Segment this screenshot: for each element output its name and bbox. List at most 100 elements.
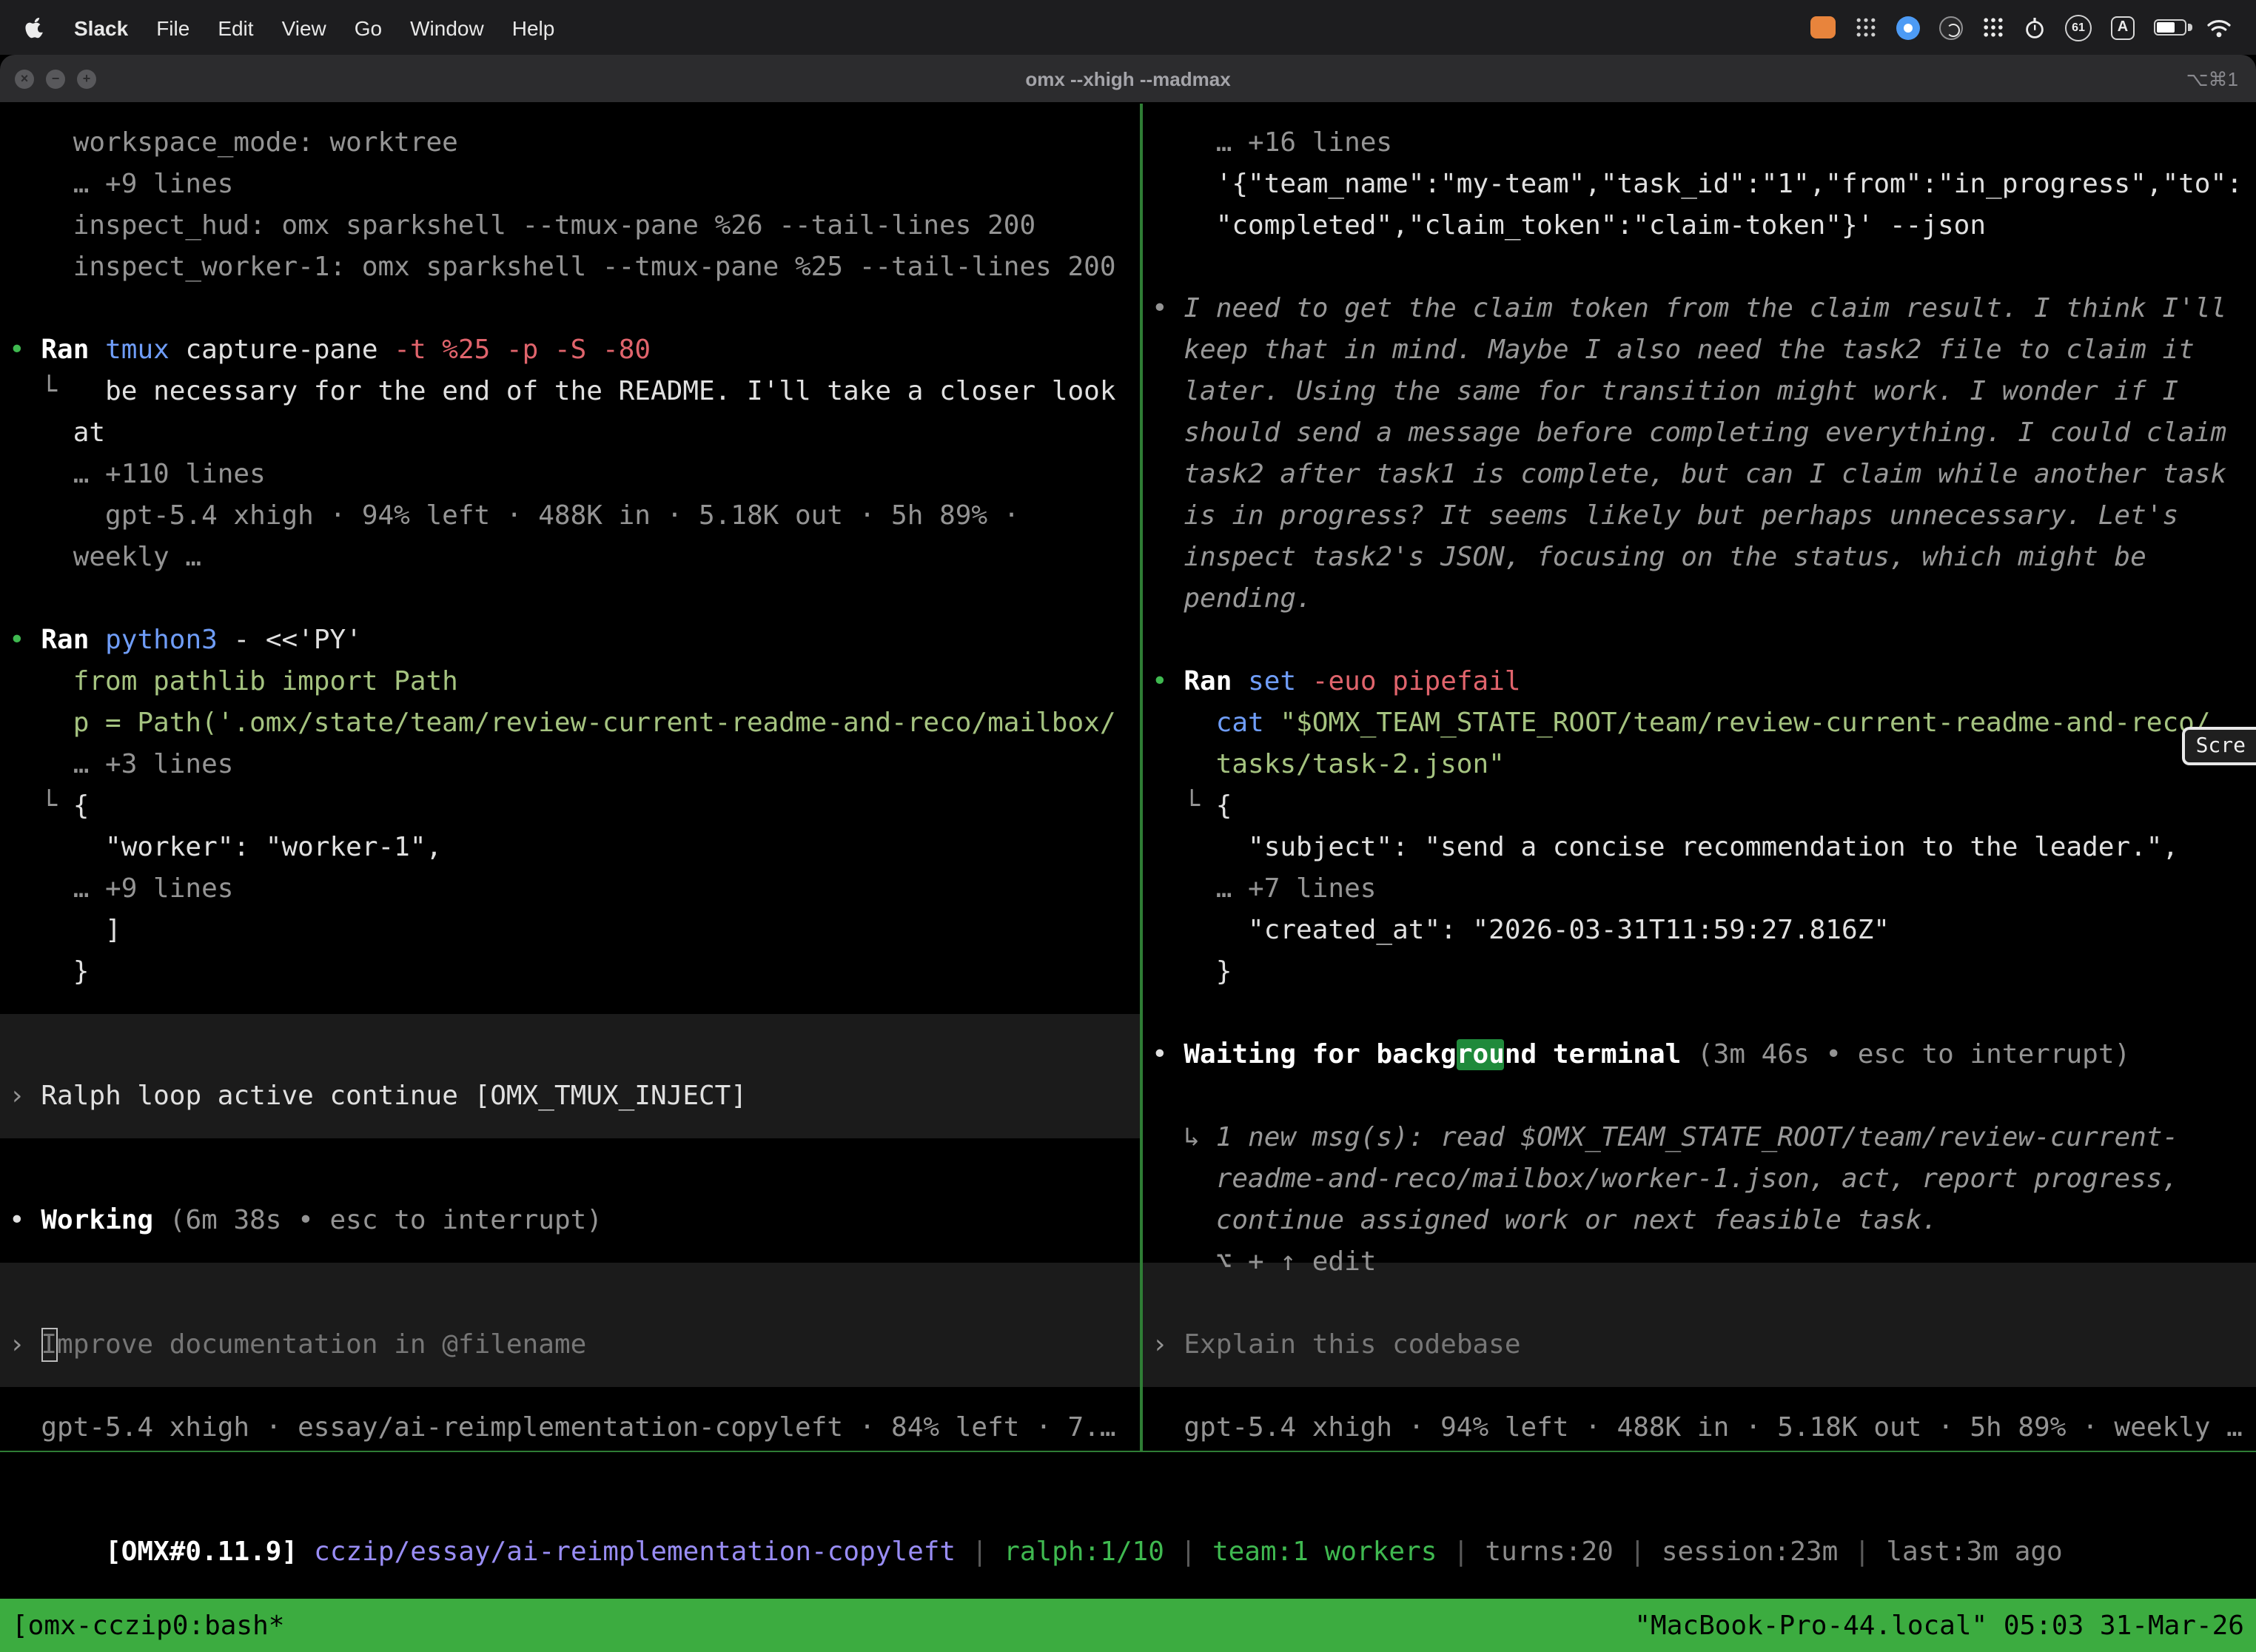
- text-segment: •: [9, 1204, 41, 1235]
- team-workers: team:1 workers: [1212, 1537, 1437, 1568]
- text-segment: "$OMX_TEAM_STATE_ROOT/team/review-curren…: [1264, 707, 2211, 738]
- minimize-button[interactable]: −: [46, 70, 65, 89]
- ralph-counter: ralph:1/10: [1004, 1537, 1164, 1568]
- output-line: ]: [105, 910, 121, 951]
- text-segment: Ralph loop active continue [OMX_TMUX_INJ…: [41, 1080, 747, 1111]
- output-line: └ be necessary for the end of the README…: [41, 371, 1115, 412]
- project-path: cczip/essay/ai-reimplementation-copyleft: [314, 1537, 956, 1568]
- divider: |: [956, 1537, 1004, 1568]
- text-segment: nd terminal: [1505, 1038, 1681, 1070]
- text-segment: p = Path('.omx/state/team/review-current…: [73, 707, 1116, 738]
- output-line: at: [73, 412, 105, 454]
- text-segment: inspect_worker-1: omx sparkshell --tmux-…: [73, 251, 1116, 282]
- stats-line: gpt-5.4 xhigh · 94% left · 488K in · 5.1…: [105, 495, 1019, 537]
- command-line: • Ran tmux capture-pane -t %25 -p -S -80: [9, 329, 651, 371]
- config-line: inspect_worker-1: omx sparkshell --tmux-…: [73, 246, 1116, 288]
- dots-grid-icon[interactable]: [1982, 16, 2004, 38]
- prompt-ghost-line: › Explain this codebase: [1152, 1324, 1521, 1366]
- screen-recording-indicator-icon[interactable]: [1810, 16, 1836, 38]
- elided-lines: … +9 lines: [73, 868, 234, 910]
- battery-icon[interactable]: [2154, 19, 2186, 36]
- text-segment: Waiting for backg: [1184, 1038, 1456, 1070]
- left-pane[interactable]: workspace_mode: worktree… +9 linesinspec…: [0, 104, 1140, 1451]
- command-line: • Ran python3 - <<'PY': [9, 620, 362, 661]
- text-segment: ]: [105, 914, 121, 945]
- traffic-lights: × − +: [15, 70, 96, 89]
- text-segment: }: [73, 956, 90, 987]
- command-line: cat "$OMX_TEAM_STATE_ROOT/team/review-cu…: [1216, 702, 2211, 744]
- menu-app-name[interactable]: Slack: [74, 16, 128, 39]
- elided-lines: … +9 lines: [73, 164, 234, 205]
- text-segment: └: [41, 375, 105, 406]
- stopwatch-icon[interactable]: [2024, 16, 2046, 39]
- text-segment: {: [73, 790, 90, 821]
- text-segment: ↳: [1184, 1121, 1215, 1152]
- thinking-line: keep that in mind. Maybe I also need the…: [1184, 329, 2194, 371]
- tmux-host-clock: "MacBook-Pro-44.local" 05:03 31-Mar-26: [1634, 1610, 2244, 1641]
- menu-item-go[interactable]: Go: [355, 16, 382, 39]
- right-pane[interactable]: … +16 lines'{"team_name":"my-team","task…: [1143, 104, 2256, 1451]
- menu-item-edit[interactable]: Edit: [218, 16, 253, 39]
- app-grid-icon[interactable]: [1855, 16, 1877, 38]
- thinking-line: task2 after task1 is complete, but can I…: [1184, 454, 2226, 495]
- text-segment: continue assigned work or next feasible …: [1216, 1204, 1938, 1235]
- wifi-icon[interactable]: [2206, 17, 2232, 38]
- mailbox-note-line: readme-and-reco/mailbox/worker-1.json, a…: [1216, 1158, 2178, 1200]
- text-segment: I need to get the claim token from the c…: [1184, 292, 2226, 323]
- text-segment: "created_at": "2026-03-31T11:59:27.816Z": [1248, 914, 1890, 945]
- text-segment: [89, 334, 105, 365]
- input-source-icon[interactable]: A: [2111, 16, 2135, 39]
- divider: |: [1437, 1537, 1485, 1568]
- text-segment: •: [1152, 1038, 1184, 1070]
- text-segment: from pathlib import Path: [73, 665, 458, 696]
- window-shortcut-hint: ⌥⌘1: [2186, 55, 2238, 104]
- omx-version: [OMX#0.11.9]: [105, 1537, 298, 1568]
- blue-app-icon[interactable]: [1896, 16, 1920, 39]
- text-segment: … +7 lines: [1216, 873, 1377, 904]
- text-segment: … +110 lines: [73, 458, 266, 489]
- text-segment: "completed","claim_token":"claim-token"}…: [1216, 209, 1986, 241]
- text-segment: Explain this codebase: [1184, 1329, 1520, 1360]
- code-line: from pathlib import Path: [73, 661, 458, 702]
- percent-badge-icon[interactable]: 61: [2065, 14, 2092, 41]
- text-segment: gpt-5.4 xhigh · essay/ai-reimplementatio…: [41, 1411, 1115, 1443]
- thinking-line: • I need to get the claim token from the…: [1152, 288, 2226, 329]
- tmux-session-window: [omx-cczip0:bash*: [12, 1610, 284, 1641]
- text-segment: [1232, 665, 1248, 696]
- menu-item-view[interactable]: View: [282, 16, 326, 39]
- text-segment: Ran: [1184, 665, 1232, 696]
- menu-item-window[interactable]: Window: [410, 16, 484, 39]
- thinking-line: later. Using the same for transition mig…: [1184, 371, 2178, 412]
- apple-menu-icon[interactable]: [24, 16, 46, 38]
- code-line: p = Path('.omx/state/team/review-current…: [73, 702, 1116, 744]
- screenshot-thumbnail[interactable]: Scre: [2183, 727, 2256, 765]
- text-segment: "worker": "worker-1",: [105, 831, 442, 862]
- text-segment: "subject": "send a concise recommendatio…: [1248, 831, 2178, 862]
- text-segment: tasks/task-2.json": [1216, 748, 1505, 779]
- config-line: workspace_mode: worktree: [73, 122, 458, 164]
- screen: Slack File Edit View Go Window Help 61 A: [0, 0, 2256, 1652]
- text-segment: cat: [1216, 707, 1264, 738]
- divider: |: [1614, 1537, 1662, 1568]
- output-line: "worker": "worker-1",: [105, 827, 442, 868]
- text-segment: (3m 46s • esc to interrupt): [1681, 1038, 2130, 1070]
- menu-item-help[interactable]: Help: [512, 16, 555, 39]
- input-source-label: A: [2118, 19, 2128, 36]
- window-titlebar[interactable]: × − + omx --xhigh --madmax ⌥⌘1: [0, 55, 2256, 104]
- text-segment: }: [1216, 956, 1232, 987]
- text-segment: gpt-5.4 xhigh · 94% left · 488K in · 5.1…: [105, 500, 1019, 531]
- thinking-line: pending.: [1184, 578, 1312, 620]
- text-segment: inspect task2's JSON, focusing on the st…: [1184, 541, 2146, 572]
- last-activity: last:3m ago: [1886, 1537, 2062, 1568]
- output-line: }: [1216, 951, 1232, 993]
- text-segment: readme-and-reco/mailbox/worker-1.json, a…: [1216, 1163, 2178, 1194]
- edit-hint-line: ⌥ + ↑ edit: [1216, 1241, 1377, 1283]
- close-button[interactable]: ×: [15, 70, 34, 89]
- menu-bar-status-icons: 61 A: [1810, 14, 2232, 41]
- clock-app-icon[interactable]: [1939, 16, 1963, 39]
- menu-bar-left: Slack File Edit View Go Window Help: [24, 16, 554, 39]
- output-line: "completed","claim_token":"claim-token"}…: [1216, 205, 1986, 246]
- zoom-button[interactable]: +: [77, 70, 96, 89]
- menu-item-file[interactable]: File: [156, 16, 189, 39]
- text-segment: be necessary for the end of the README. …: [105, 375, 1115, 406]
